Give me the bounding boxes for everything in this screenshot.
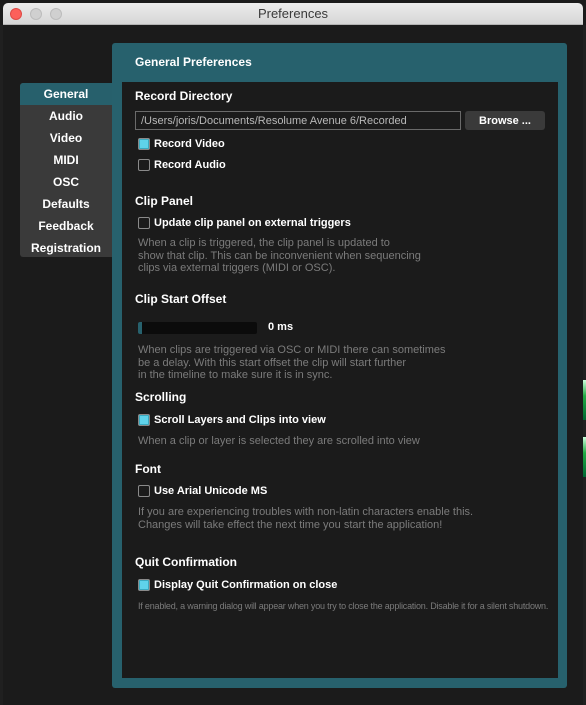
general-preferences-panel: General Preferences Record Directory Bro… bbox=[112, 43, 567, 688]
record-video-checkbox[interactable]: Record Video bbox=[138, 138, 225, 150]
scroll-into-view-check-box[interactable] bbox=[138, 414, 150, 426]
quit-confirmation-heading: Quit Confirmation bbox=[135, 555, 237, 569]
clip-start-offset-slider[interactable] bbox=[138, 322, 257, 334]
record-audio-label: Record Audio bbox=[154, 159, 226, 171]
slider-fill bbox=[138, 322, 142, 334]
window-titlebar[interactable]: Preferences bbox=[3, 3, 583, 25]
use-arial-unicode-check-box[interactable] bbox=[138, 485, 150, 497]
quit-confirmation-description: If enabled, a warning dialog will appear… bbox=[138, 601, 549, 611]
scrolling-heading: Scrolling bbox=[135, 390, 187, 404]
update-clip-panel-checkbox[interactable]: Update clip panel on external triggers bbox=[138, 217, 351, 229]
use-arial-unicode-checkbox[interactable]: Use Arial Unicode MS bbox=[138, 485, 267, 497]
font-description: If you are experiencing troubles with no… bbox=[138, 506, 474, 531]
sidebar-item-general[interactable]: General bbox=[20, 83, 112, 105]
display-quit-confirmation-check-box[interactable] bbox=[138, 579, 150, 591]
clip-start-offset-value: 0 ms bbox=[268, 321, 294, 333]
record-audio-checkbox[interactable]: Record Audio bbox=[138, 159, 226, 171]
scroll-into-view-checkbox[interactable]: Scroll Layers and Clips into view bbox=[138, 414, 326, 426]
sidebar-item-midi[interactable]: MIDI bbox=[20, 149, 112, 171]
preferences-sidebar: General Audio Video MIDI OSC Defaults Fe… bbox=[20, 83, 112, 257]
window-controls bbox=[10, 8, 62, 20]
panel-content: Record Directory Browse ... Record Video… bbox=[122, 82, 558, 678]
scrolling-description: When a clip or layer is selected they ar… bbox=[138, 435, 420, 447]
record-audio-check-box[interactable] bbox=[138, 159, 150, 171]
sidebar-item-defaults[interactable]: Defaults bbox=[20, 193, 112, 215]
clip-start-offset-description: When clips are triggered via OSC or MIDI… bbox=[138, 344, 446, 381]
window-title: Preferences bbox=[257, 6, 329, 21]
clip-start-offset-heading: Clip Start Offset bbox=[135, 292, 227, 306]
update-clip-panel-check-box[interactable] bbox=[138, 217, 150, 229]
sidebar-item-feedback[interactable]: Feedback bbox=[20, 215, 112, 237]
record-directory-heading: Record Directory bbox=[135, 89, 233, 103]
use-arial-unicode-label: Use Arial Unicode MS bbox=[154, 485, 268, 497]
sidebar-item-registration[interactable]: Registration bbox=[20, 237, 112, 259]
font-heading: Font bbox=[135, 462, 161, 476]
close-window-button[interactable] bbox=[10, 8, 22, 20]
record-directory-input[interactable] bbox=[135, 111, 461, 130]
sidebar-item-osc[interactable]: OSC bbox=[20, 171, 112, 193]
sidebar-item-audio[interactable]: Audio bbox=[20, 105, 112, 127]
zoom-window-button[interactable] bbox=[50, 8, 62, 20]
clip-panel-description: When a clip is triggered, the clip panel… bbox=[138, 237, 421, 274]
browse-button[interactable]: Browse ... bbox=[465, 111, 545, 130]
record-video-label: Record Video bbox=[154, 138, 225, 150]
record-video-check-box[interactable] bbox=[138, 138, 150, 150]
sidebar-item-video[interactable]: Video bbox=[20, 127, 112, 149]
scroll-into-view-label: Scroll Layers and Clips into view bbox=[154, 414, 326, 426]
display-quit-confirmation-label: Display Quit Confirmation on close bbox=[154, 579, 338, 591]
update-clip-panel-label: Update clip panel on external triggers bbox=[154, 217, 351, 229]
minimize-window-button[interactable] bbox=[30, 8, 42, 20]
panel-title: General Preferences bbox=[135, 55, 252, 69]
clip-panel-heading: Clip Panel bbox=[135, 194, 194, 208]
display-quit-confirmation-checkbox[interactable]: Display Quit Confirmation on close bbox=[138, 579, 337, 591]
